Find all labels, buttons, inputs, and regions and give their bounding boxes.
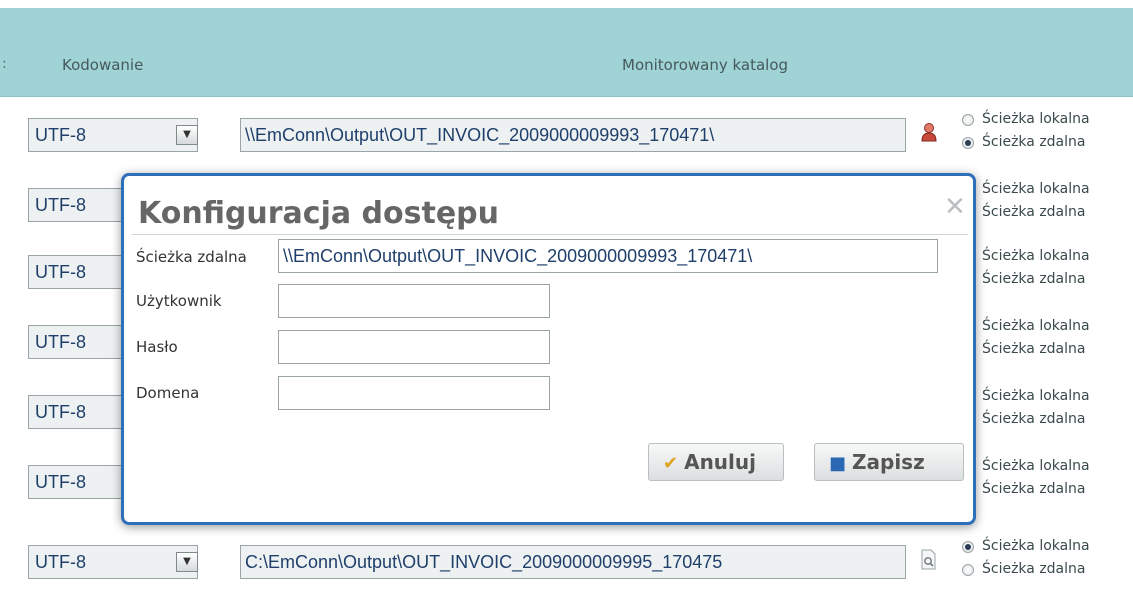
save-label: Zapisz (852, 450, 925, 474)
option-remote-path-label: Ścieżka zdalna (982, 341, 1086, 357)
option-remote-path-label: Ścieżka zdalna (982, 204, 1086, 220)
close-icon[interactable]: ✕ (944, 192, 966, 222)
user-label: Użytkownik (136, 292, 222, 310)
domain-label: Domena (136, 384, 200, 402)
browse-icon[interactable] (918, 549, 940, 575)
table-header: : Kodowanie Monitorowany katalog (0, 8, 1133, 97)
option-local-path-label: Ścieżka lokalna (982, 538, 1090, 554)
domain-input[interactable] (278, 376, 550, 410)
cancel-label: Anuluj (684, 450, 756, 474)
path-input[interactable]: C:\EmConn\Output\OUT_INVOIC_200900000999… (240, 545, 906, 579)
chevron-down-icon[interactable]: ▼ (176, 552, 198, 572)
table-row: UTF-8 ▼ \\EmConn\Output\OUT_INVOIC_20090… (0, 108, 1133, 178)
radio-remote-path[interactable] (962, 137, 974, 149)
option-local-path-label: Ścieżka lokalna (982, 388, 1090, 404)
remote-path-input[interactable]: \\EmConn\Output\OUT_INVOIC_2009000009993… (278, 239, 938, 273)
radio-remote-path[interactable] (962, 564, 974, 576)
option-remote-path-label: Ścieżka zdalna (982, 271, 1086, 287)
user-icon[interactable] (918, 122, 940, 148)
option-local-path-label: Ścieżka lokalna (982, 248, 1090, 264)
remote-path-label: Ścieżka zdalna (136, 248, 247, 266)
column-header-encoding[interactable]: Kodowanie (62, 56, 143, 74)
option-remote-path-label: Ścieżka zdalna (982, 411, 1086, 427)
password-label: Hasło (136, 338, 178, 356)
encoding-select[interactable]: UTF-8 (28, 545, 198, 579)
cancel-button[interactable]: ✔ Anuluj (648, 443, 784, 481)
option-local-path-label: Ścieżka lokalna (982, 318, 1090, 334)
save-icon: ■ (829, 453, 847, 474)
table-row: UTF-8 ▼ C:\EmConn\Output\OUT_INVOIC_2009… (0, 535, 1133, 605)
password-input[interactable] (278, 330, 550, 364)
radio-local-path[interactable] (962, 114, 974, 126)
user-input[interactable] (278, 284, 550, 318)
divider (132, 234, 968, 235)
column-separator: : (2, 56, 7, 72)
option-local-path-label: Ścieżka lokalna (982, 111, 1090, 127)
option-remote-path-label: Ścieżka zdalna (982, 561, 1086, 577)
option-local-path-label: Ścieżka lokalna (982, 181, 1090, 197)
access-config-dialog: Konfiguracja dostępu ✕ Ścieżka zdalna \\… (121, 173, 976, 525)
option-remote-path-label: Ścieżka zdalna (982, 134, 1086, 150)
save-button[interactable]: ■ Zapisz (814, 443, 964, 481)
option-remote-path-label: Ścieżka zdalna (982, 481, 1086, 497)
column-header-monitored-folder[interactable]: Monitorowany katalog (622, 56, 788, 74)
dialog-title: Konfiguracja dostępu (138, 196, 500, 231)
path-input[interactable]: \\EmConn\Output\OUT_INVOIC_2009000009993… (240, 118, 906, 152)
chevron-down-icon[interactable]: ▼ (176, 125, 198, 145)
encoding-select[interactable]: UTF-8 (28, 118, 198, 152)
option-local-path-label: Ścieżka lokalna (982, 458, 1090, 474)
check-icon: ✔ (663, 453, 679, 474)
radio-local-path[interactable] (962, 541, 974, 553)
